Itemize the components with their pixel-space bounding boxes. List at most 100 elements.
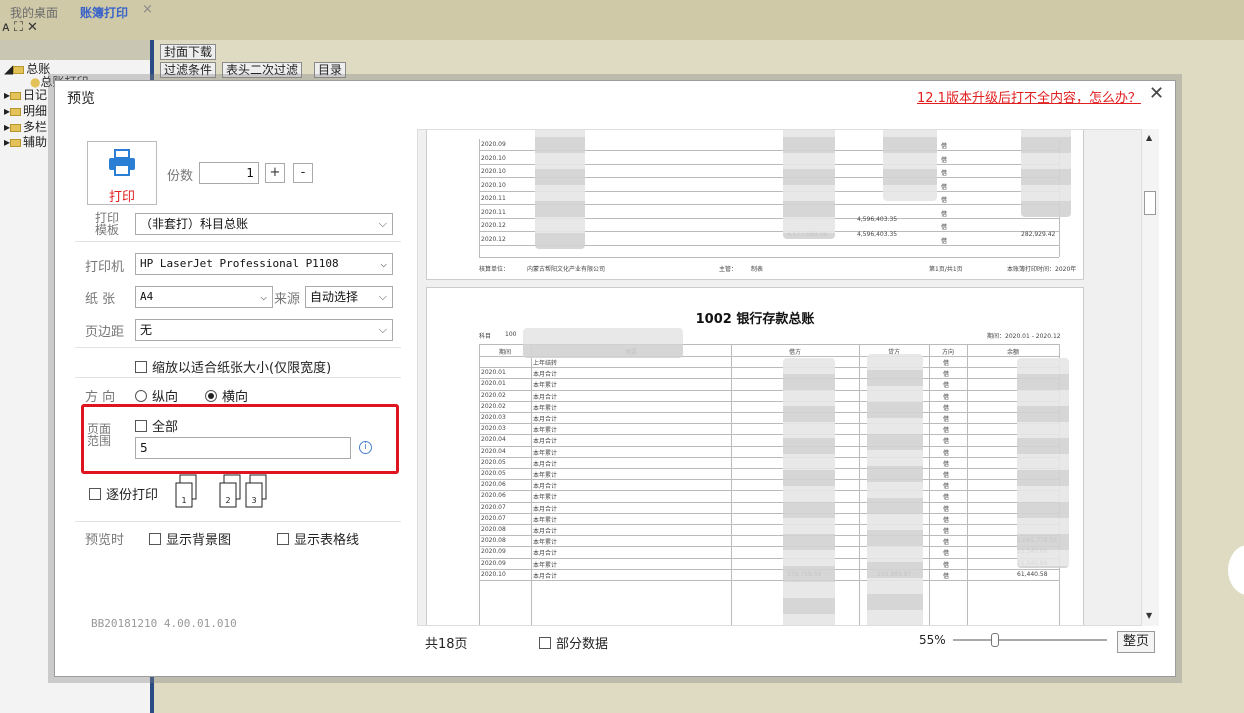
- copies-minus-button[interactable]: -: [293, 163, 313, 183]
- table-col-line: [731, 344, 732, 625]
- column-header: 余额: [1007, 349, 1020, 356]
- folder-icon: [10, 138, 22, 147]
- filter-conditions-button[interactable]: 过滤条件: [160, 62, 217, 78]
- page-footer-text: 制表: [751, 266, 764, 273]
- collate-checkbox[interactable]: 逐份打印: [89, 484, 158, 503]
- tree-item-detail[interactable]: ▸ 明细: [4, 102, 47, 119]
- redacted-block: [783, 358, 835, 625]
- checkbox-box: [135, 419, 147, 432]
- amount-cell: 4,596,403.35: [857, 231, 898, 238]
- landscape-radio[interactable]: 横向: [205, 386, 248, 405]
- print-button[interactable]: 打印: [87, 141, 157, 205]
- table-row-line: [479, 524, 1059, 525]
- table-row-line: [479, 367, 1059, 369]
- direction-cell: 借: [943, 371, 950, 379]
- chevron-down-icon: ⌵: [380, 257, 387, 270]
- close-icon[interactable]: ✕: [1149, 83, 1164, 104]
- paper-source-select[interactable]: 自动选择 ⌵: [305, 286, 393, 308]
- page-range-input[interactable]: 5: [135, 437, 351, 459]
- catalog-button[interactable]: 目录: [314, 62, 347, 78]
- partial-data-label: 部分数据: [556, 637, 609, 652]
- tab-ledger-print[interactable]: 账簿打印: [80, 4, 128, 21]
- scrollbar-thumb[interactable]: [1144, 191, 1156, 215]
- table-row-line: [479, 378, 1059, 380]
- checkbox-box: [89, 487, 101, 500]
- tree-item-auxiliary[interactable]: ▸ 辅助: [4, 133, 47, 150]
- column-header: 方向: [942, 349, 955, 356]
- partial-data-checkbox[interactable]: 部分数据: [539, 633, 608, 652]
- redacted-block: [1017, 358, 1069, 568]
- period-cell: 2020.08: [481, 537, 506, 545]
- paper-select[interactable]: A4 ⌵: [135, 286, 273, 308]
- tab-close-icon[interactable]: ×: [142, 2, 153, 17]
- page-footer-text: 核算单位：: [479, 266, 510, 273]
- tree-toolbar-icons[interactable]: ᴀ ⛶ ✕: [2, 20, 38, 35]
- source-label: 来源: [274, 292, 301, 307]
- summary-cell: 本月合计: [533, 371, 558, 379]
- table-row-line: [479, 501, 1059, 503]
- period-cell: 2020.09: [481, 548, 506, 556]
- version-text: BB20181210 4.00.01.010: [91, 617, 237, 630]
- divider: [75, 347, 401, 348]
- printer-select[interactable]: HP LaserJet Professional P1108 ⌵: [135, 253, 393, 275]
- redacted-block: [1021, 130, 1071, 217]
- printer-label: 打印机: [85, 260, 125, 275]
- summary-cell: 本年累计: [533, 561, 558, 569]
- direction-label: 方 向: [85, 390, 116, 405]
- show-background-label: 显示背景图: [166, 533, 232, 548]
- radio-circle: [135, 389, 147, 402]
- direction-cell: 借: [943, 460, 950, 468]
- period-cell: 2020.11: [481, 208, 506, 216]
- preview-scrollbar[interactable]: ▲ ▼: [1141, 129, 1159, 626]
- margin-label: 页边距: [85, 325, 125, 340]
- scroll-up-icon[interactable]: ▲: [1146, 133, 1152, 142]
- info-icon[interactable]: i: [359, 441, 372, 454]
- period-cell: 2020.09: [481, 559, 506, 567]
- period-cell: 2020.10: [481, 154, 506, 162]
- period-cell: 2020.01: [481, 380, 506, 388]
- folder-icon: [10, 123, 22, 132]
- print-preview-area[interactable]: 2020.09 借 2020.10 借 2020.10 借 2020.10 借 2020.11 借…: [417, 129, 1159, 626]
- summary-cell: 本月合计: [533, 416, 558, 423]
- summary-cell: 本月合计: [533, 572, 558, 580]
- direction-cell: 借: [943, 516, 950, 524]
- fit-paper-checkbox[interactable]: 缩放以适合纸张大小(仅限宽度): [135, 357, 331, 376]
- svg-text:3: 3: [251, 496, 256, 505]
- period-cell: 2020.01: [481, 369, 506, 377]
- period-cell: 2020.07: [481, 514, 506, 522]
- tree-item-journal[interactable]: ▸ 日记: [4, 86, 47, 103]
- paper-label: 纸 张: [85, 292, 116, 307]
- show-background-checkbox[interactable]: 显示背景图: [149, 529, 231, 548]
- header-secondary-filter-button[interactable]: 表头二次过滤: [222, 62, 303, 78]
- table-col-line: [929, 344, 930, 625]
- fit-page-button[interactable]: 整页: [1117, 631, 1155, 653]
- preview-dialog: 预览 12.1版本升级后打不全内容，怎么办？ ✕ 打印 份数 1 + - 打印 …: [54, 80, 1176, 677]
- page-footer-text: 内蒙古帮阳文化产业有限公司: [527, 266, 606, 273]
- portrait-radio[interactable]: 纵向: [135, 386, 178, 405]
- period-cell: 2020.02: [481, 402, 506, 410]
- range-label-bottom: 范围: [87, 434, 112, 448]
- range-all-checkbox[interactable]: 全部: [135, 416, 178, 435]
- copies-plus-button[interactable]: +: [265, 163, 285, 183]
- table-bottom-line: [479, 257, 1059, 258]
- upgrade-help-link[interactable]: 12.1版本升级后打不全内容，怎么办？: [917, 87, 1141, 106]
- tab-my-desktop[interactable]: 我的桌面: [10, 4, 58, 21]
- tree-label: 辅助: [23, 135, 48, 149]
- margin-select[interactable]: 无 ⌵: [135, 319, 393, 341]
- direction-cell: 借: [941, 224, 948, 231]
- direction-cell: 借: [943, 539, 950, 547]
- subject-code: 100: [505, 331, 517, 338]
- cover-download-button[interactable]: 封面下载: [160, 44, 217, 60]
- template-select[interactable]: （非套打）科目总账 ⌵: [135, 213, 393, 235]
- direction-cell: 借: [943, 404, 950, 412]
- show-gridlines-checkbox[interactable]: 显示表格线: [277, 529, 359, 548]
- redacted-block: [883, 130, 937, 201]
- zoom-slider[interactable]: [953, 633, 1107, 647]
- direction-cell: 借: [943, 472, 950, 479]
- table-row-line: [479, 400, 1059, 402]
- direction-cell: 借: [941, 156, 948, 164]
- scroll-down-icon[interactable]: ▼: [1146, 611, 1152, 620]
- direction-cell: 借: [941, 183, 948, 191]
- zoom-slider-thumb[interactable]: [991, 633, 1000, 647]
- copies-input[interactable]: 1: [199, 162, 259, 184]
